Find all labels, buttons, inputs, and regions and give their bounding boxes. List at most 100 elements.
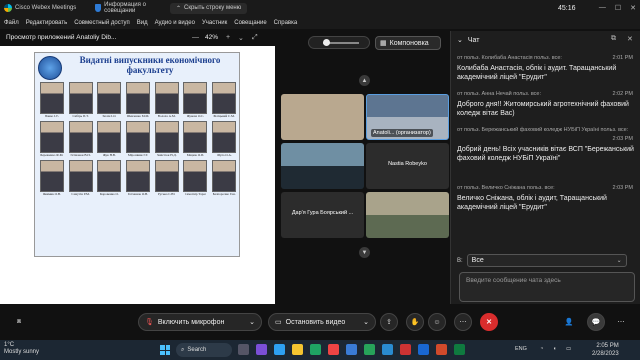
leave-meeting-button[interactable]: ✕ <box>480 313 498 331</box>
zoom-out-icon[interactable]: — <box>192 34 199 41</box>
fullscreen-icon[interactable]: ⤢ <box>252 34 258 42</box>
graduate-photo: Коровенко О. <box>96 160 122 197</box>
message-text: Величко Сніжана, облік і аудит, Таращанс… <box>457 195 607 211</box>
popout-icon[interactable]: ⧉ <box>611 35 616 43</box>
teams-icon[interactable] <box>256 344 267 355</box>
menu-share[interactable]: Совместный доступ <box>74 20 130 26</box>
close-icon[interactable]: ✕ <box>630 4 636 12</box>
hide-menu-bar-button[interactable]: ⌃ Скрыть строку меню <box>170 2 248 14</box>
taskbar-search[interactable]: ⌕ Search <box>176 343 232 357</box>
menu-participant[interactable]: Участник <box>202 20 227 26</box>
clock-date: 2/28/2023 <box>592 351 619 357</box>
app-icon[interactable] <box>400 344 411 355</box>
video-tile[interactable] <box>281 143 364 189</box>
graduate-name: Якимик О.В. <box>42 192 61 196</box>
chat-message: от польз. Бережанський фаховий коледж НУ… <box>457 127 637 163</box>
menu-edit[interactable]: Редактировать <box>26 20 67 26</box>
more-panels-icon[interactable]: ⋯ <box>612 313 630 331</box>
stop-video-button[interactable]: ▭ Остановить видео ⌄ <box>268 313 376 331</box>
portrait-image <box>154 82 179 114</box>
chevron-down-icon: ⌄ <box>363 319 369 326</box>
video-tile[interactable] <box>366 192 449 238</box>
powerpoint-icon[interactable] <box>436 344 447 355</box>
maximize-icon[interactable]: ☐ <box>615 4 621 12</box>
graduate-photo: Волоха А.М. <box>154 82 180 119</box>
clock-time: 2:05 PM <box>596 343 619 349</box>
chrome-icon[interactable] <box>328 344 339 355</box>
message-sender: от польз. Анна Нечай польз. все: <box>457 91 542 97</box>
shield-icon <box>95 4 102 12</box>
close-icon[interactable]: ✕ <box>627 35 633 43</box>
graduate-name: Шевченко М.М. <box>126 114 150 118</box>
mic-muted-icon: 🎙 <box>145 319 154 326</box>
store-icon[interactable] <box>346 344 357 355</box>
raise-hand-icon[interactable]: ✋ <box>406 313 424 331</box>
menu-file[interactable]: Файл <box>4 20 19 26</box>
file-explorer-icon[interactable] <box>292 344 303 355</box>
portrait-image <box>97 160 122 192</box>
minimize-icon[interactable]: — <box>599 4 606 12</box>
slide-title-line1: Видатні випускники економічного <box>79 55 221 65</box>
task-view-icon[interactable] <box>238 344 249 355</box>
webex-taskbar-icon[interactable] <box>382 344 393 355</box>
tile-name: Anatoli... (организатор) <box>371 129 433 137</box>
wifi-icon[interactable]: ◔ <box>540 346 543 352</box>
windows-start-icon[interactable] <box>160 345 170 355</box>
chat-toggle-icon[interactable]: 💬 <box>587 313 605 331</box>
scroll-down-button[interactable]: ▼ <box>359 247 370 258</box>
tile-name: Nastia Robeyko <box>388 161 427 167</box>
chevron-down-icon: ▼ <box>361 249 368 256</box>
excel-icon[interactable] <box>454 344 465 355</box>
edge-icon[interactable] <box>310 344 321 355</box>
word-icon[interactable] <box>418 344 429 355</box>
weather-widget[interactable]: 1°C Mostly sunny <box>4 342 39 356</box>
zoom-in-icon[interactable]: + <box>226 34 230 41</box>
more-options-icon[interactable]: ⋯ <box>454 313 472 331</box>
portrait-image <box>125 82 150 114</box>
video-tile[interactable] <box>281 94 364 140</box>
graduate-photo: Панко І.Є. <box>39 82 65 119</box>
hide-menu-label: Скрыть строку меню <box>184 5 242 11</box>
portrait-image <box>183 82 208 114</box>
taskbar-clock[interactable]: 2:05 PM 2/28/2023 <box>592 342 619 358</box>
captions-icon[interactable]: ⧈ <box>10 313 28 331</box>
share-title: Просмотр приложений Anatoliy Dib... <box>6 34 117 41</box>
graduate-name: Волоха А.М. <box>157 114 176 118</box>
reactions-icon[interactable]: ☺ <box>428 313 446 331</box>
portrait-image <box>183 121 208 153</box>
language-indicator[interactable]: ENG <box>515 346 527 352</box>
volume-icon[interactable]: ◖ <box>553 346 556 352</box>
meeting-info-button[interactable]: Информация о совещании <box>95 2 170 14</box>
graduate-name: Гетманок В.П. <box>70 153 91 157</box>
menu-view[interactable]: Вид <box>137 20 148 26</box>
menu-meeting[interactable]: Совещание <box>234 20 266 26</box>
graduate-photo: Шевченко М.М. <box>125 82 151 119</box>
chat-input[interactable]: Введите сообщение чата здесь <box>459 272 635 302</box>
slider-knob[interactable] <box>323 39 330 46</box>
app-title: Cisco Webex Meetings <box>0 4 95 12</box>
chat-message: от польз. Анна Нечай польз. все: 2:02 PM … <box>457 91 637 118</box>
message-time: 2:01 PM <box>612 55 633 61</box>
video-zoom-slider[interactable] <box>308 36 370 49</box>
recipient-select[interactable]: Все ⌄ <box>466 254 627 267</box>
video-tile-no-video[interactable]: Дар'я Гура Боярський ... <box>281 192 364 238</box>
unmute-button[interactable]: 🎙 Включить микрофон ⌄ <box>138 313 262 331</box>
video-tile-no-video[interactable]: Nastia Robeyko <box>366 143 449 189</box>
scroll-up-button[interactable]: ▲ <box>359 75 370 86</box>
menu-bar: Файл Редактировать Совместный доступ Вид… <box>0 16 640 29</box>
app-icon[interactable] <box>364 344 375 355</box>
menu-audio-video[interactable]: Аудио и видео <box>155 20 195 26</box>
zoom-dropdown-icon[interactable]: ⌄ <box>238 34 244 42</box>
layout-button[interactable]: ▦ Компоновка <box>375 36 441 50</box>
portrait-image <box>125 160 150 192</box>
menu-help[interactable]: Справка <box>274 20 298 26</box>
zoom-app-icon[interactable] <box>274 344 285 355</box>
chevron-down-icon[interactable]: ⌄ <box>457 36 463 44</box>
battery-icon[interactable]: ▭ <box>566 346 571 352</box>
message-text: Добрий день! Всіх учасників вітає ВСП "Б… <box>457 146 634 162</box>
video-tile-host[interactable]: Anatoli... (организатор) <box>366 94 449 140</box>
participants-icon[interactable]: 👤 <box>560 313 578 331</box>
share-icon[interactable]: ⇪ <box>380 313 398 331</box>
search-icon: ⌕ <box>181 346 185 353</box>
message-text: Колибаба Анастасія, облік і аудит. Таращ… <box>457 65 617 81</box>
